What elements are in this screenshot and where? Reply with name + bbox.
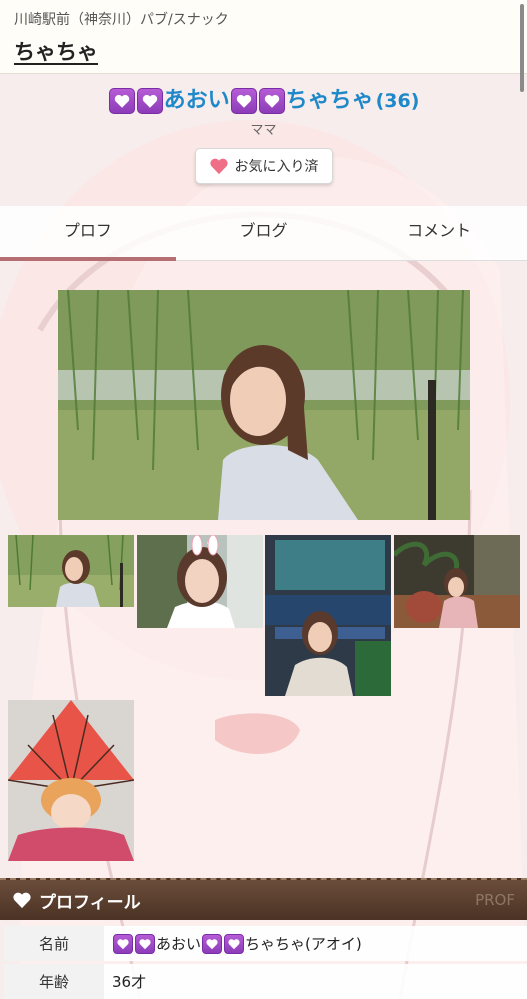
photo-thumbnail[interactable] [265, 535, 391, 696]
scrollbar[interactable] [520, 4, 524, 92]
profile-row-name: 名前 あおい ちゃちゃ(アオイ) [0, 926, 527, 961]
main-profile-photo[interactable] [58, 290, 470, 520]
photo-thumbnail[interactable] [8, 535, 134, 607]
profile-key: 年齢 [4, 964, 104, 999]
cast-role: ママ [250, 123, 277, 138]
profile-value: 36才 [104, 964, 527, 999]
shop-location[interactable]: 川崎駅前（神奈川）パブ/スナック [14, 10, 513, 30]
heart-emoji-icon [136, 88, 163, 114]
cast-name: あおい ちゃちゃ (36) [108, 86, 420, 116]
profile-table: 名前 あおい ちゃちゃ(アオイ) 年齢 36才 [0, 926, 527, 999]
shop-name-link[interactable]: ちゃちゃ [14, 36, 513, 66]
favorite-button-label: お気に入り済 [234, 159, 319, 175]
profile-row-age: 年齢 36才 [0, 964, 527, 999]
cast-profile-header: あおい ちゃちゃ (36) ママ お気に入り済 [0, 74, 527, 184]
heart-emoji-icon [224, 933, 245, 954]
heart-emoji-icon [202, 933, 223, 954]
photo-thumbnail[interactable] [394, 535, 520, 628]
profile-value-part2: ちゃちゃ(アオイ) [245, 935, 362, 953]
profile-value: あおい ちゃちゃ(アオイ) [104, 926, 527, 961]
profile-key: 名前 [4, 926, 104, 961]
tab-prof[interactable]: プロフ [0, 206, 176, 261]
heart-emoji-icon [135, 933, 155, 954]
heart-emoji-icon [113, 933, 133, 954]
cast-name-part1: あおい [163, 88, 230, 113]
header: 川崎駅前（神奈川）パブ/スナック ちゃちゃ [0, 0, 527, 74]
cast-age: (36) [375, 90, 420, 112]
profile-section-title: プロフィール [39, 892, 141, 913]
profile-value-part1: あおい [156, 935, 202, 953]
tab-comment[interactable]: コメント [351, 206, 527, 260]
heart-icon [209, 158, 228, 175]
heart-emoji-icon [230, 88, 257, 114]
favorite-button[interactable]: お気に入り済 [194, 148, 333, 184]
profile-tabs: プロフ ブログ コメント [0, 206, 527, 261]
cast-name-part2: ちゃちゃ [285, 88, 374, 113]
photo-thumbnail[interactable] [137, 535, 263, 628]
heart-emoji-icon [258, 88, 285, 114]
profile-section-header: プロフィール PROF [0, 878, 527, 920]
photo-thumbnail[interactable] [8, 700, 134, 861]
heart-emoji-icon [108, 88, 135, 114]
profile-section-title-en: PROF [475, 891, 515, 909]
tab-blog[interactable]: ブログ [176, 206, 352, 260]
heart-icon [13, 892, 31, 909]
